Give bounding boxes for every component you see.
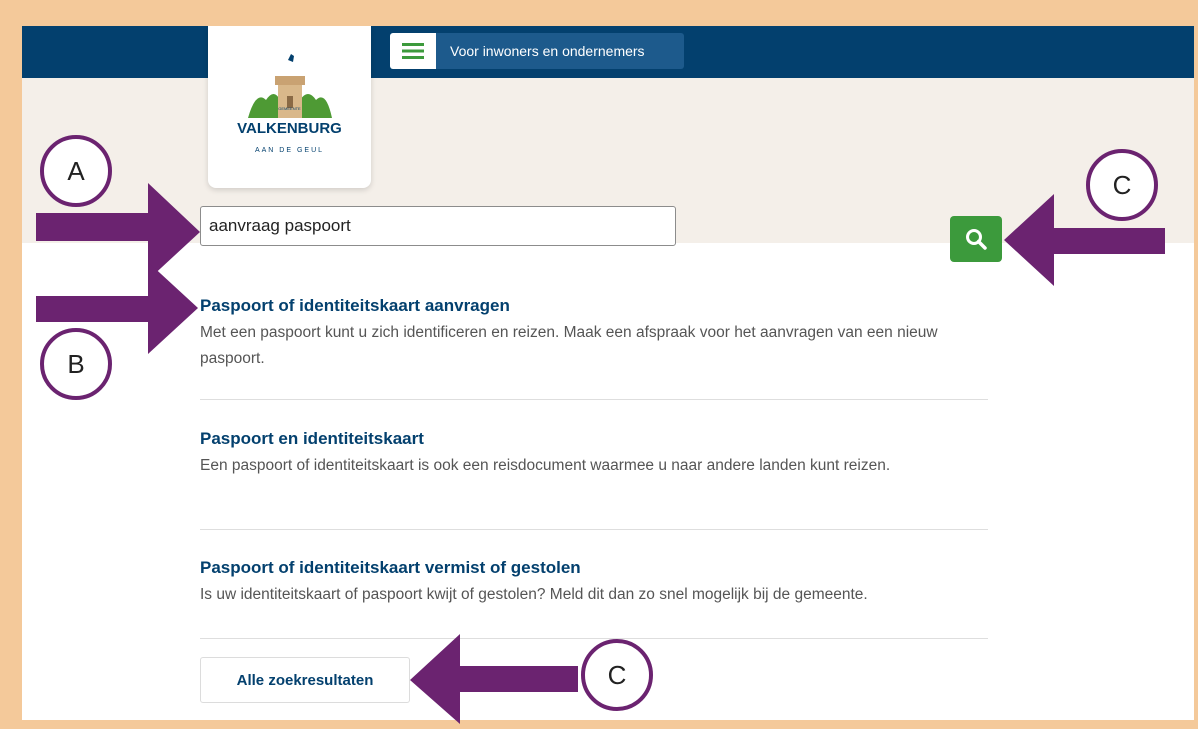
search-icon [966,229,987,250]
all-results-button[interactable]: Alle zoekresultaten [200,657,410,703]
search-result: Paspoort of identiteitskaart vermist of … [200,558,990,608]
main-menu-label: Voor inwoners en ondernemers [450,43,645,59]
logo-name-text: VALKENBURG [237,120,342,137]
municipality-logo[interactable]: GEMEENTE VALKENBURG AAN DE GEUL [208,26,371,188]
result-divider [200,399,988,400]
hamburger-icon [390,33,436,69]
result-title-link[interactable]: Paspoort of identiteitskaart vermist of … [200,558,990,578]
search-result: Paspoort en identiteitskaart Een paspoor… [200,429,990,479]
search-input[interactable] [200,206,676,246]
result-description: Is uw identiteitskaart of paspoort kwijt… [200,586,868,603]
search-result: Paspoort of identiteitskaart aanvragen M… [200,296,990,372]
logo-top-text: GEMEENTE [278,106,301,111]
result-title-link[interactable]: Paspoort of identiteitskaart aanvragen [200,296,990,316]
logo-sub-text: AAN DE GEUL [255,147,324,154]
valkenburg-logo-icon: GEMEENTE VALKENBURG AAN DE GEUL [237,54,342,154]
browser-screen: GEMEENTE VALKENBURG AAN DE GEUL Voor inw… [22,26,1194,720]
result-description: Een paspoort of identiteitskaart is ook … [200,457,891,474]
result-divider [200,638,988,639]
main-menu-button[interactable]: Voor inwoners en ondernemers [390,33,684,69]
result-title-link[interactable]: Paspoort en identiteitskaart [200,429,990,449]
result-divider [200,529,988,530]
search-button[interactable] [950,216,1002,262]
result-description: Met een paspoort kunt u zich identificer… [200,324,938,367]
